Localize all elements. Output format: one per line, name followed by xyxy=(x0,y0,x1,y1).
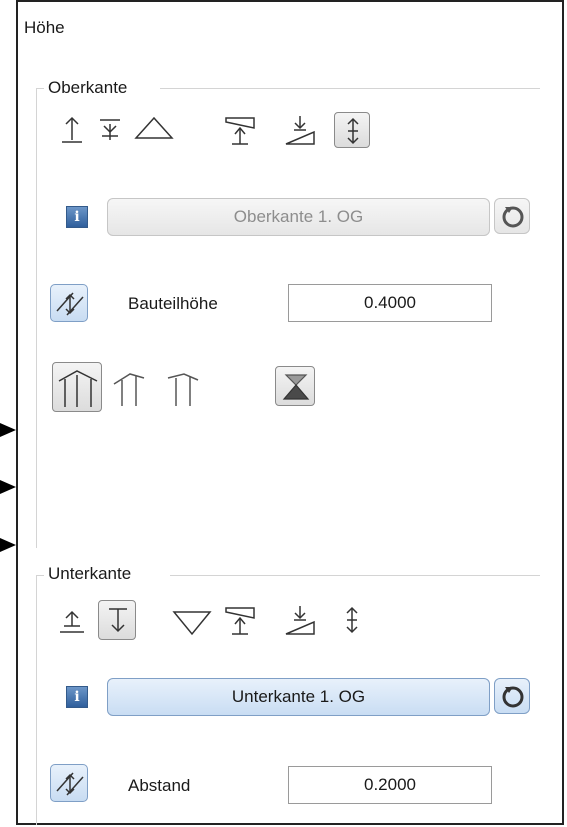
unterkante-group-label: Unterkante xyxy=(44,564,136,584)
abstand-label: Abstand xyxy=(128,776,191,795)
top-edge-down-icon[interactable] xyxy=(92,112,128,148)
roof-profile-full-icon[interactable] xyxy=(52,362,102,412)
slope-arrow-icon[interactable] xyxy=(282,112,318,148)
info-icon[interactable]: i xyxy=(66,686,88,708)
vertical-double-arrow-icon[interactable] xyxy=(334,602,370,638)
roof-profile-left-icon[interactable] xyxy=(110,366,150,412)
group-border xyxy=(160,88,540,89)
reset-icon[interactable] xyxy=(494,678,530,714)
plane-arrow-icon[interactable] xyxy=(222,602,258,638)
abstand-input[interactable]: 0.2000 xyxy=(288,766,492,804)
distance-toggle-icon[interactable] xyxy=(50,764,88,802)
top-edge-up-icon[interactable] xyxy=(54,112,90,148)
group-border xyxy=(36,88,44,89)
panel-title: Höhe xyxy=(24,18,65,37)
oberkante-group-label: Oberkante xyxy=(44,78,132,98)
reset-icon[interactable] xyxy=(494,198,530,234)
triangle-down-icon[interactable] xyxy=(170,604,214,640)
info-icon[interactable]: i xyxy=(66,206,88,228)
bauteilhoehe-input[interactable]: 0.4000 xyxy=(288,284,492,322)
triangle-up-icon[interactable] xyxy=(132,110,176,146)
group-border xyxy=(36,88,37,548)
bauteilhoehe-label: Bauteilhöhe xyxy=(128,294,218,313)
group-border xyxy=(36,575,37,825)
group-border xyxy=(36,575,44,576)
group-border xyxy=(170,575,540,576)
slope-arrow-icon[interactable] xyxy=(282,602,318,638)
unterkante-reference-button[interactable]: Unterkante 1. OG xyxy=(107,678,490,716)
hourglass-icon[interactable] xyxy=(275,366,315,406)
oberkante-reference-button[interactable]: Oberkante 1. OG xyxy=(107,198,490,236)
height-toggle-icon[interactable] xyxy=(50,284,88,322)
bottom-edge-up-icon[interactable] xyxy=(54,602,90,638)
vertical-double-arrow-icon[interactable] xyxy=(334,112,370,148)
roof-profile-right-icon[interactable] xyxy=(164,366,204,412)
bottom-edge-down-icon[interactable] xyxy=(98,600,136,640)
plane-arrow-icon[interactable] xyxy=(222,112,258,148)
